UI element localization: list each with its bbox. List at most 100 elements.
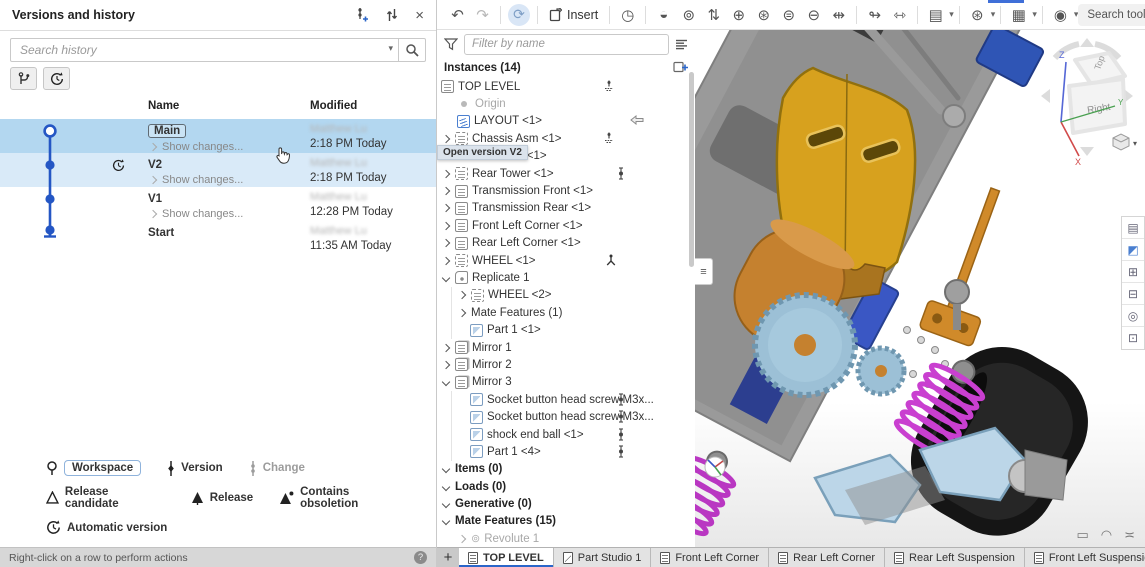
history-search-input[interactable] — [10, 38, 399, 62]
explode-tools-dropdown[interactable]: ◉▾ — [1048, 3, 1079, 27]
tree-item-origin[interactable]: Origin — [437, 95, 695, 112]
redo-button[interactable]: ↷ — [470, 3, 495, 27]
revolute-mate-button[interactable]: ⊚ — [676, 3, 701, 27]
chevron-right-icon[interactable] — [442, 343, 450, 351]
chevron-right-icon[interactable] — [442, 169, 450, 177]
tree-item-mirror-2[interactable]: Mirror 2 — [437, 356, 695, 373]
tree-item-part-1-4[interactable]: Part 1 <4> — [437, 443, 695, 460]
add-tab-button[interactable]: + — [437, 548, 459, 567]
tree-item-layout[interactable]: LAYOUT <1> — [437, 113, 695, 130]
cylindrical-mate-button[interactable]: ⊜ — [776, 3, 801, 27]
chevron-down-icon[interactable] — [442, 274, 450, 282]
version-row-main[interactable]: Main Show changes... Matthew Lu 2:18 PM … — [0, 119, 436, 153]
tree-item-wheel-2[interactable]: WHEEL <2> — [437, 287, 695, 304]
viewport-3d[interactable]: Top Right Z X Y ▾ ▤ ◩ — [695, 30, 1145, 547]
fastened-mate-button[interactable]: ◒ — [651, 3, 676, 27]
tree-item-screw-2[interactable]: Socket button head screw M3x... — [437, 408, 695, 425]
search-tools-button[interactable]: Search tools... alt/⌥ c — [1078, 4, 1145, 26]
parts-list-button[interactable]: ◩ — [1122, 239, 1144, 261]
tree-item-rear-left-corner[interactable]: Rear Left Corner <1> — [437, 235, 695, 252]
named-positions-dropdown[interactable]: ▤▾ — [923, 3, 954, 27]
tab-front-left-corner[interactable]: Front Left Corner — [651, 548, 769, 567]
chevron-down-icon[interactable] — [442, 517, 450, 525]
tab-part-studio-1[interactable]: Part Studio 1 — [554, 548, 652, 567]
tree-item-shock-end-ball[interactable]: shock end ball <1> — [437, 426, 695, 443]
history-clock-button[interactable]: ◷ — [615, 3, 640, 27]
tree-item-transmission-front[interactable]: Transmission Front <1> — [437, 182, 695, 199]
compare-versions-icon[interactable] — [385, 8, 399, 22]
chevron-right-icon[interactable] — [458, 309, 466, 317]
tree-item-front-left-corner[interactable]: Front Left Corner <1> — [437, 217, 695, 234]
tree-item-transmission-rear[interactable]: Transmission Rear <1> — [437, 200, 695, 217]
planar-mate-button[interactable]: ⊕ — [726, 3, 751, 27]
tree-item-mirror-1[interactable]: Mirror 1 — [437, 339, 695, 356]
section-view-icon[interactable]: ▭ — [1076, 527, 1088, 543]
chevron-down-icon[interactable] — [442, 500, 450, 508]
tab-rear-left-corner[interactable]: Rear Left Corner — [769, 548, 885, 567]
show-branches-toggle[interactable] — [10, 67, 37, 90]
version-row-v1[interactable]: V1 Show changes... Matthew Lu 12:28 PM T… — [0, 187, 436, 221]
show-changes-link[interactable]: Show changes... — [148, 141, 243, 153]
pin-slot-mate-button[interactable]: ⊖ — [801, 3, 826, 27]
chevron-right-icon[interactable] — [442, 135, 450, 143]
ball-mate-button[interactable]: ⊛ — [751, 3, 776, 27]
tree-item-replicate-1[interactable]: Replicate 1 — [437, 269, 695, 286]
chevron-right-icon[interactable] — [442, 204, 450, 212]
chevron-right-icon[interactable] — [442, 222, 450, 230]
version-row-start[interactable]: Start Matthew Lu 11:35 AM Today — [0, 221, 436, 255]
insert-instance-icon[interactable] — [673, 60, 688, 76]
tab-rear-left-suspension[interactable]: Rear Left Suspension — [885, 548, 1025, 567]
parallel-mate-button[interactable]: ⇹ — [826, 3, 851, 27]
tree-item-mirror-3[interactable]: Mirror 3 — [437, 374, 695, 391]
tree-section-generative[interactable]: Generative (0) — [437, 495, 695, 512]
chevron-right-icon[interactable] — [442, 256, 450, 264]
chevron-down-icon[interactable] — [442, 465, 450, 473]
tree-item-part-1-1[interactable]: Part 1 <1> — [437, 321, 695, 338]
appearance-button[interactable]: ◎ — [1122, 305, 1144, 327]
filter-funnel-icon[interactable] — [444, 38, 458, 51]
chevron-down-icon[interactable] — [442, 482, 450, 490]
search-button[interactable] — [399, 38, 426, 62]
tree-item-wheel-1[interactable]: WHEEL <1> — [437, 252, 695, 269]
display-tools-dropdown[interactable]: ▦▾ — [1006, 3, 1037, 27]
rotate-tool-button[interactable]: ⟳ — [508, 4, 530, 26]
named-views-button[interactable]: ⊡ — [1122, 327, 1144, 349]
view-cube[interactable]: Top Right Z X Y ▾ — [1035, 32, 1139, 166]
tree-section-mate-features[interactable]: Mate Features (15) — [437, 513, 695, 530]
list-options-icon[interactable] — [675, 39, 688, 50]
protractor-icon[interactable]: ◠ — [1101, 527, 1112, 543]
chevron-down-icon[interactable] — [442, 378, 450, 386]
help-icon[interactable]: ? — [414, 551, 427, 564]
isometric-view-button[interactable] — [1113, 134, 1129, 150]
show-automatic-versions-toggle[interactable] — [43, 67, 70, 90]
tree-item-mate-features-1[interactable]: Mate Features (1) — [437, 304, 695, 321]
configurations-button[interactable]: ⊞ — [1122, 261, 1144, 283]
tree-collapse-handle[interactable]: ≡ — [695, 258, 713, 285]
tree-section-loads[interactable]: Loads (0) — [437, 478, 695, 495]
measure-scale-icon[interactable]: ≍ — [1124, 527, 1135, 543]
tree-section-items[interactable]: Items (0) — [437, 461, 695, 478]
chevron-right-icon[interactable] — [442, 239, 450, 247]
bom-table-button[interactable]: ▤ — [1122, 217, 1144, 239]
tree-item-revolute-1[interactable]: ⊚Revolute 1 — [437, 530, 695, 547]
create-version-icon[interactable] — [355, 7, 369, 23]
version-row-v2[interactable]: V2 Show changes... Matthew Lu 2:18 PM To… — [0, 153, 436, 187]
show-changes-link[interactable]: Show changes... — [148, 174, 243, 186]
chevron-right-icon[interactable] — [458, 291, 466, 299]
tree-item-rear-tower[interactable]: Rear Tower <1> — [437, 165, 695, 182]
snap-mode-button[interactable]: ↬ — [862, 3, 887, 27]
chevron-right-icon[interactable] — [458, 535, 466, 543]
chevron-right-icon[interactable] — [442, 361, 450, 369]
tab-front-left-suspension[interactable]: Front Left Suspension — [1025, 548, 1145, 567]
mechanism-tools-dropdown[interactable]: ⊛▾ — [965, 3, 996, 27]
tree-item-screw-1[interactable]: Socket button head screw M3x... — [437, 391, 695, 408]
display-states-button[interactable]: ⊟ — [1122, 283, 1144, 305]
show-changes-link[interactable]: Show changes... — [148, 208, 243, 220]
slider-mate-button[interactable]: ⇅ — [701, 3, 726, 27]
instances-header[interactable]: Instances (14) — [437, 58, 695, 78]
insert-button[interactable]: Insert — [543, 8, 604, 22]
tree-filter-input[interactable] — [464, 34, 669, 55]
tree-item-top-level[interactable]: TOP LEVEL — [437, 78, 695, 95]
tab-top-level[interactable]: TOP LEVEL — [459, 548, 554, 567]
close-panel-icon[interactable]: × — [415, 7, 424, 24]
